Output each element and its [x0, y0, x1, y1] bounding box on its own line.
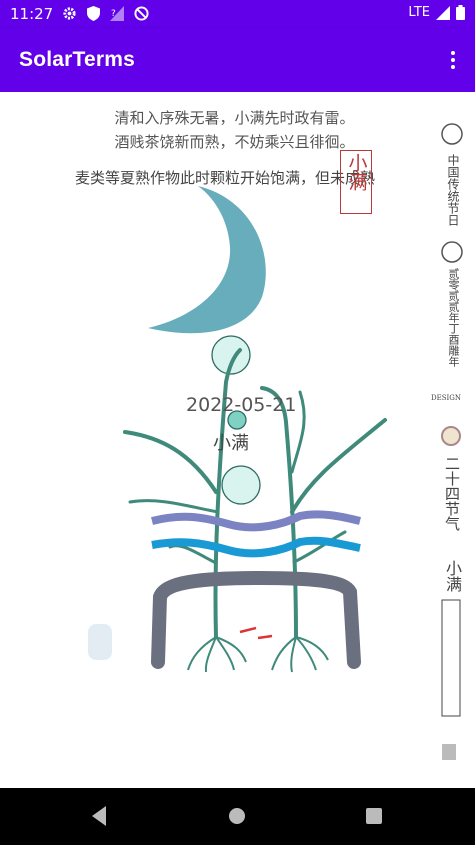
side-design-label: DESIGN [431, 394, 461, 402]
signal-icon [436, 5, 450, 20]
side-ornament-top [441, 123, 463, 145]
network-type: LTE [408, 5, 430, 20]
side-text-mid: 贰零贰贰年丁酉雕年 [447, 268, 460, 367]
recents-icon[interactable] [366, 808, 382, 824]
side-bracket [441, 599, 461, 717]
side-text-top: 中国传统节日 [446, 154, 460, 226]
svg-text:?: ? [111, 9, 116, 19]
navigation-bar [0, 788, 475, 845]
gear-icon [63, 7, 76, 20]
side-term-name: 小满 [443, 560, 462, 592]
home-icon[interactable] [228, 807, 246, 825]
bubble-medium [221, 465, 261, 505]
red-seed-mark [239, 626, 273, 640]
crescent-moon [148, 186, 266, 334]
back-icon[interactable] [90, 805, 108, 827]
no-signal-icon: ? [110, 6, 124, 21]
root-bar [151, 570, 361, 669]
status-time: 11:27 [10, 5, 54, 23]
faded-blob [88, 624, 112, 660]
side-ornament-sun [441, 426, 461, 446]
app-title: SolarTerms [19, 48, 135, 71]
status-icons-left: ? [62, 6, 149, 21]
app-bar: SolarTerms [0, 28, 475, 92]
status-icons-right: LTE [408, 5, 465, 20]
main-content: 清和入序殊无暑，小满先时政有雷。 酒贱茶饶新而熟，不妨乘兴且徘徊。 麦类等夏熟作… [0, 92, 475, 788]
side-text-main: 二十四节气 [443, 456, 461, 531]
side-ornament-mid [441, 241, 463, 263]
more-vert-icon[interactable] [441, 46, 465, 74]
term-date: 2022-05-21 [186, 394, 297, 416]
status-bar: 11:27 ? LTE [0, 0, 475, 28]
wave-band-purple [151, 510, 361, 532]
blocked-icon [134, 6, 149, 21]
battery-icon [456, 5, 465, 20]
side-seal-small [442, 744, 456, 760]
term-name: 小满 [213, 433, 249, 454]
shield-icon [87, 6, 100, 21]
plant-roots [187, 636, 329, 673]
